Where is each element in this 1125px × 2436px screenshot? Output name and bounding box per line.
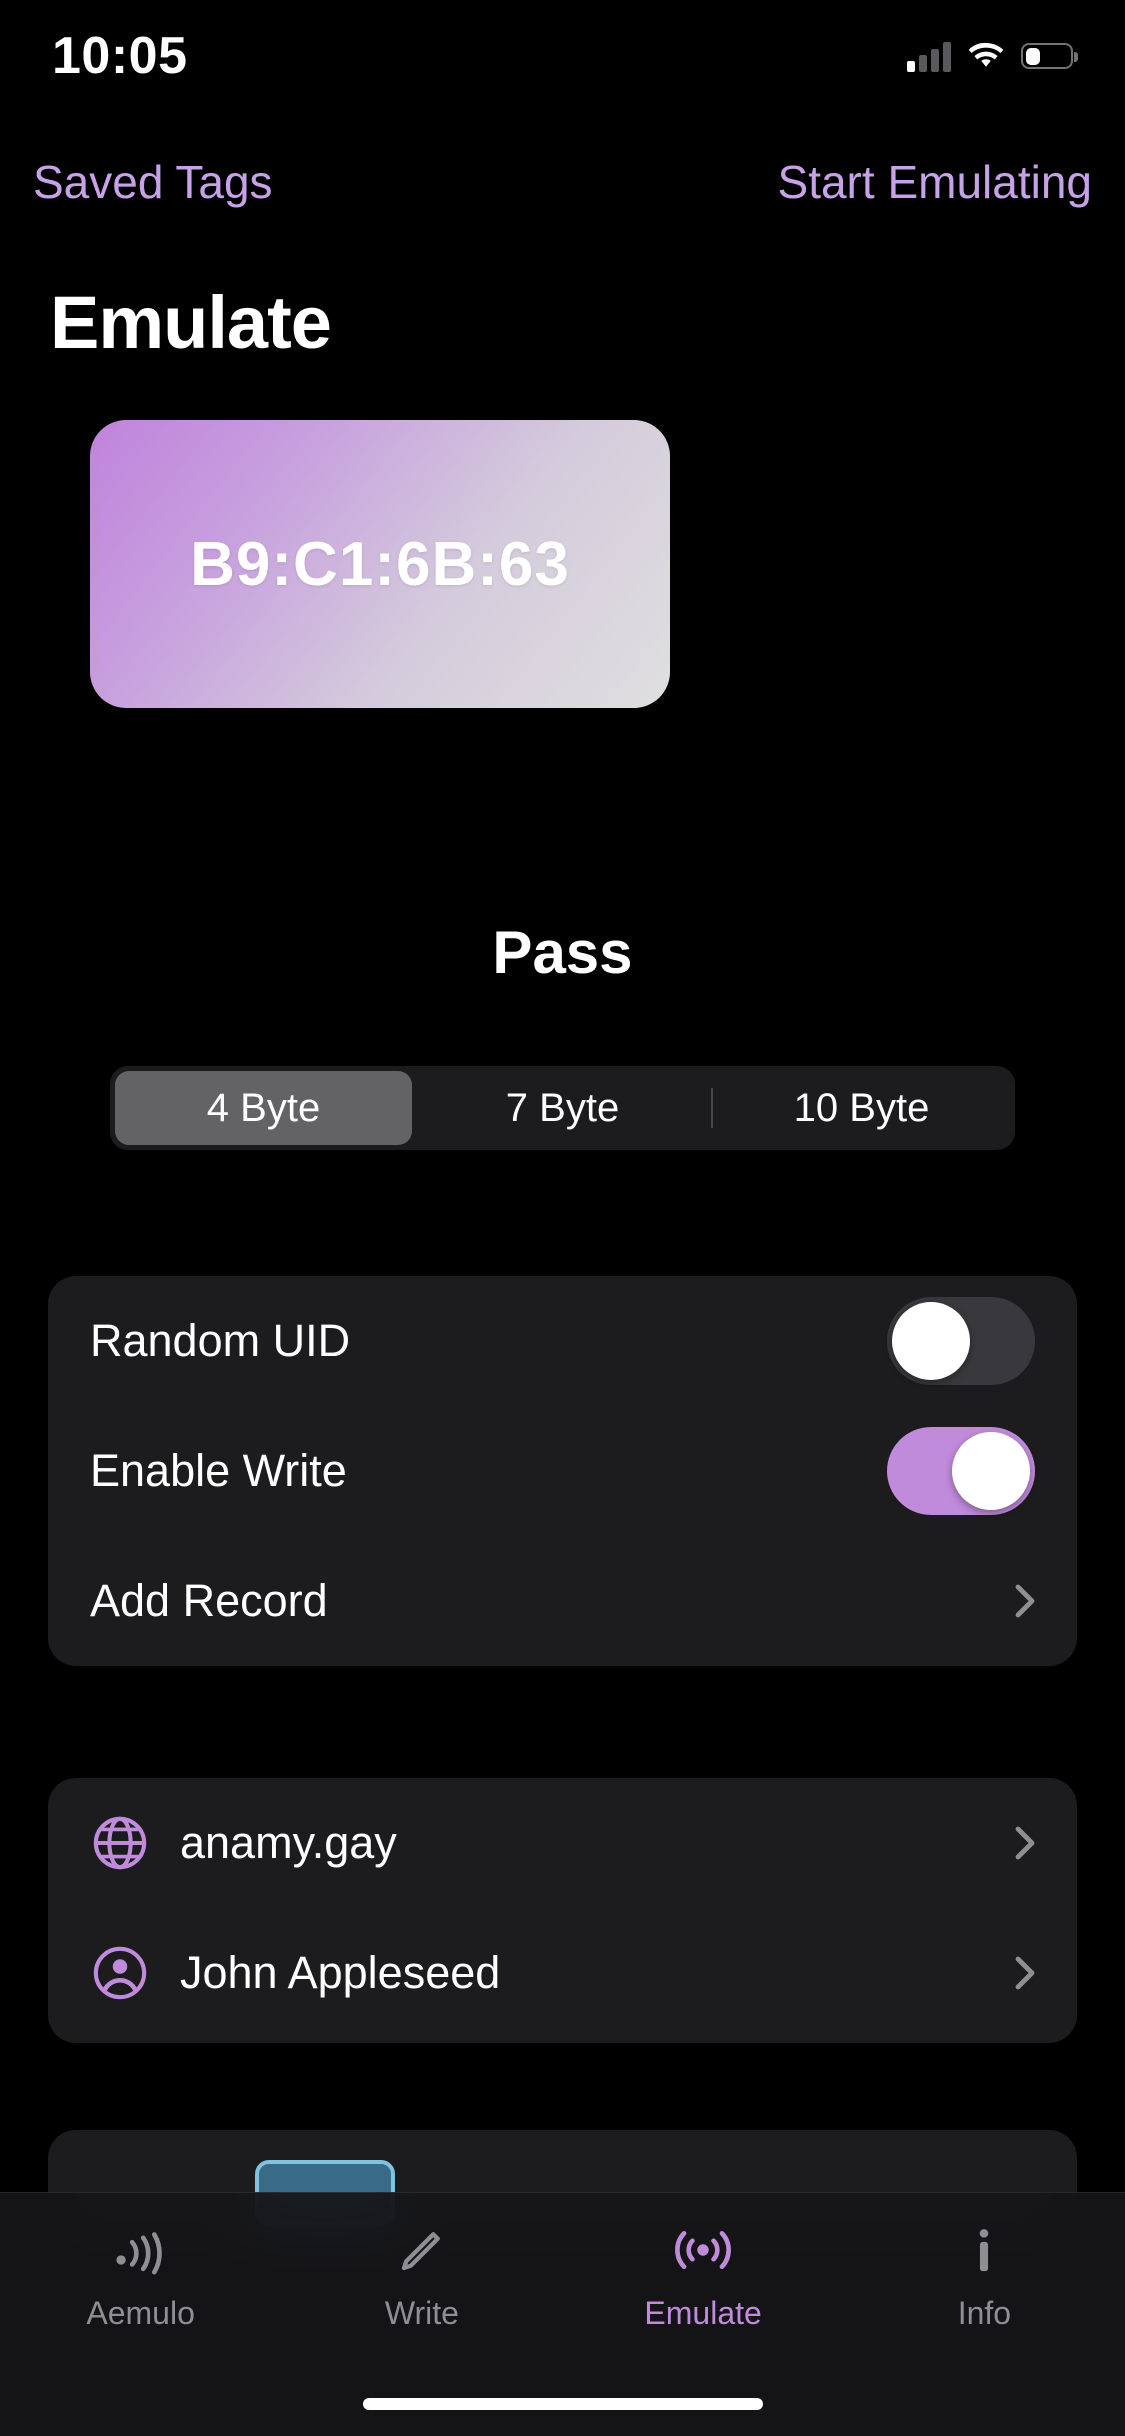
- enable-write-label: Enable Write: [90, 1445, 347, 1496]
- globe-icon: [90, 1813, 150, 1873]
- row-add-record[interactable]: Add Record: [48, 1536, 1077, 1666]
- row-random-uid[interactable]: Random UID: [48, 1276, 1077, 1406]
- broadcast-icon: [670, 2219, 736, 2281]
- add-record-label: Add Record: [90, 1575, 328, 1626]
- pencil-icon: [393, 2219, 451, 2281]
- app-screen: 10:05 Saved Tags Start Emulating Emulate: [0, 0, 1125, 2436]
- row-enable-write[interactable]: Enable Write: [48, 1406, 1077, 1536]
- chevron-right-icon: [1015, 1826, 1035, 1860]
- record-website-label: anamy.gay: [180, 1817, 397, 1868]
- start-emulating-button[interactable]: Start Emulating: [778, 150, 1092, 214]
- status-bar: 10:05: [0, 0, 1125, 132]
- uid-value: B9:C1:6B:63: [190, 529, 570, 599]
- uid-card[interactable]: B9:C1:6B:63: [90, 420, 670, 708]
- segment-10-byte[interactable]: 10 Byte: [713, 1071, 1010, 1145]
- navigation-bar: Saved Tags Start Emulating: [0, 150, 1125, 230]
- cellular-signal-icon: [907, 40, 951, 72]
- person-circle-icon: [90, 1943, 150, 2003]
- tab-label-emulate: Emulate: [644, 2295, 762, 2331]
- tab-bar: Aemulo Write Emulate Info: [0, 2192, 1125, 2436]
- toggle-knob: [952, 1432, 1030, 1510]
- info-icon: [957, 2219, 1011, 2281]
- battery-icon: [1021, 43, 1078, 69]
- segment-4-byte[interactable]: 4 Byte: [115, 1071, 412, 1145]
- page-title: Emulate: [50, 281, 332, 364]
- saved-tags-button[interactable]: Saved Tags: [33, 150, 273, 214]
- enable-write-toggle[interactable]: [887, 1427, 1035, 1515]
- status-bar-time: 10:05: [52, 27, 188, 85]
- record-contact-label: John Appleseed: [180, 1947, 501, 1998]
- settings-group: Random UID Enable Write Add Record: [48, 1276, 1077, 1666]
- row-record-contact[interactable]: John Appleseed: [48, 1908, 1077, 2038]
- records-group: anamy.gay John Appleseed: [48, 1778, 1077, 2043]
- tab-write[interactable]: Write: [281, 2219, 562, 2332]
- row-record-website[interactable]: anamy.gay: [48, 1778, 1077, 1908]
- tab-label-aemulo: Aemulo: [86, 2295, 195, 2331]
- wifi-icon: [967, 41, 1005, 71]
- toggle-knob: [892, 1302, 970, 1380]
- nfc-wave-icon: [110, 2219, 172, 2281]
- tab-info[interactable]: Info: [844, 2219, 1125, 2332]
- tag-name-label: Pass: [492, 919, 633, 986]
- chevron-right-icon: [1015, 1956, 1035, 1990]
- tab-aemulo[interactable]: Aemulo: [0, 2219, 281, 2332]
- home-indicator[interactable]: [362, 2398, 763, 2410]
- random-uid-label: Random UID: [90, 1315, 351, 1366]
- random-uid-toggle[interactable]: [887, 1297, 1035, 1385]
- segment-7-byte[interactable]: 7 Byte: [414, 1071, 711, 1145]
- tab-emulate[interactable]: Emulate: [563, 2219, 844, 2332]
- status-bar-indicators: [907, 34, 1078, 78]
- tab-label-write: Write: [384, 2295, 459, 2331]
- chevron-right-icon: [1015, 1584, 1035, 1618]
- uid-length-segmented-control[interactable]: 4 Byte 7 Byte 10 Byte: [110, 1066, 1015, 1150]
- tab-label-info: Info: [957, 2295, 1012, 2331]
